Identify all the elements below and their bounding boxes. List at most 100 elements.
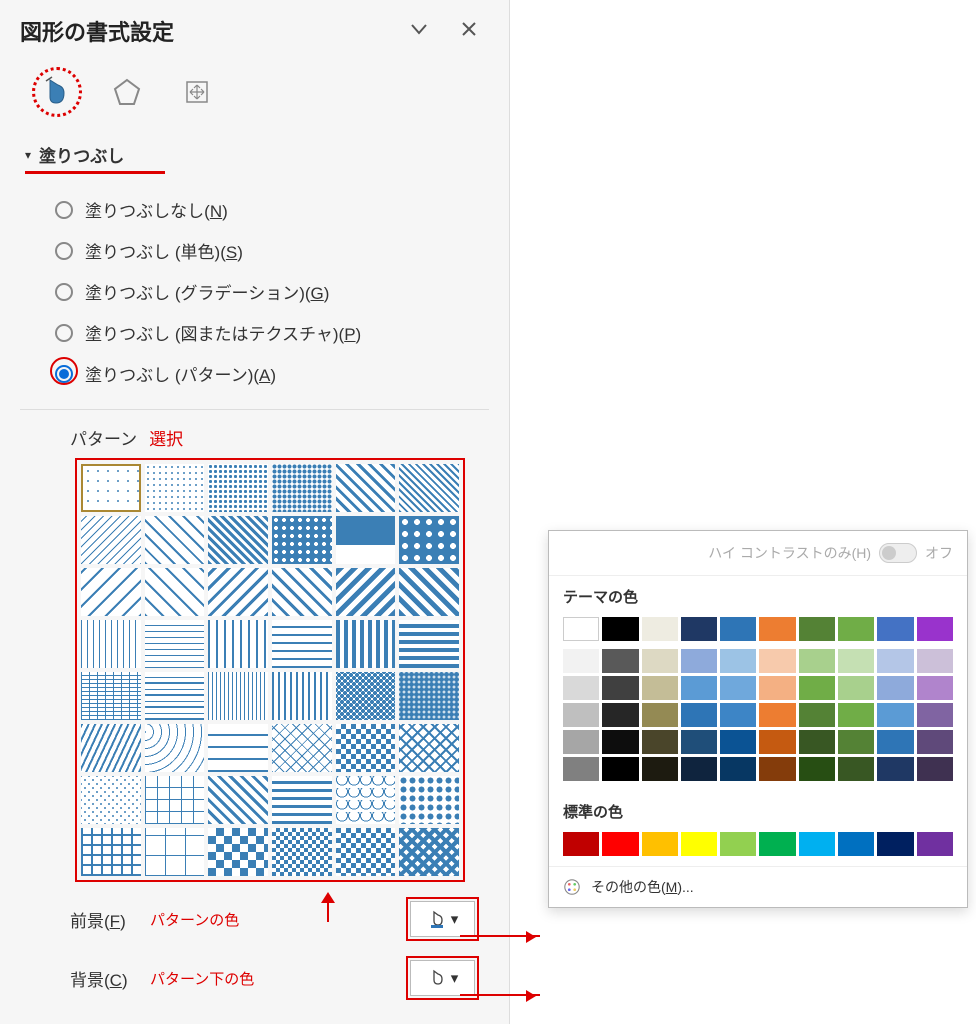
- pattern-swatch[interactable]: [336, 672, 396, 720]
- theme-shade-swatch[interactable]: [799, 676, 835, 700]
- theme-color-swatch[interactable]: [799, 617, 835, 641]
- pattern-swatch[interactable]: [208, 568, 268, 616]
- pattern-swatch[interactable]: [272, 464, 332, 512]
- standard-color-swatch[interactable]: [642, 832, 678, 856]
- theme-shade-swatch[interactable]: [720, 757, 756, 781]
- theme-shade-swatch[interactable]: [799, 730, 835, 754]
- pattern-swatch[interactable]: [81, 828, 141, 876]
- theme-color-swatch[interactable]: [563, 617, 599, 641]
- theme-color-swatch[interactable]: [877, 617, 913, 641]
- pattern-swatch[interactable]: [145, 516, 205, 564]
- pattern-swatch[interactable]: [272, 620, 332, 668]
- theme-shade-swatch[interactable]: [877, 730, 913, 754]
- pattern-swatch[interactable]: [145, 464, 205, 512]
- pattern-swatch[interactable]: [81, 620, 141, 668]
- theme-shade-swatch[interactable]: [681, 676, 717, 700]
- pattern-swatch[interactable]: [399, 672, 459, 720]
- theme-shade-swatch[interactable]: [838, 730, 874, 754]
- collapse-icon[interactable]: [409, 19, 429, 43]
- theme-shade-swatch[interactable]: [838, 649, 874, 673]
- pattern-swatch[interactable]: [145, 672, 205, 720]
- pattern-swatch[interactable]: [208, 620, 268, 668]
- radio-gradient-fill[interactable]: 塗りつぶし (グラデーション)(G): [55, 271, 489, 312]
- pattern-swatch[interactable]: [208, 672, 268, 720]
- pattern-swatch[interactable]: [81, 724, 141, 772]
- theme-shade-swatch[interactable]: [917, 676, 953, 700]
- pattern-swatch[interactable]: [208, 464, 268, 512]
- standard-color-swatch[interactable]: [759, 832, 795, 856]
- theme-shade-swatch[interactable]: [759, 676, 795, 700]
- theme-shade-swatch[interactable]: [642, 703, 678, 727]
- theme-shade-swatch[interactable]: [877, 649, 913, 673]
- high-contrast-toggle[interactable]: [879, 543, 917, 563]
- theme-shade-swatch[interactable]: [681, 730, 717, 754]
- pattern-swatch[interactable]: [145, 776, 205, 824]
- pattern-swatch[interactable]: [399, 776, 459, 824]
- pattern-swatch[interactable]: [81, 568, 141, 616]
- theme-shade-swatch[interactable]: [799, 649, 835, 673]
- theme-color-swatch[interactable]: [720, 617, 756, 641]
- pattern-swatch[interactable]: [272, 776, 332, 824]
- theme-shade-swatch[interactable]: [563, 730, 599, 754]
- theme-shade-swatch[interactable]: [917, 703, 953, 727]
- standard-color-swatch[interactable]: [563, 832, 599, 856]
- theme-shade-swatch[interactable]: [563, 703, 599, 727]
- pattern-swatch[interactable]: [399, 516, 459, 564]
- theme-shade-swatch[interactable]: [602, 649, 638, 673]
- standard-color-swatch[interactable]: [917, 832, 953, 856]
- standard-color-swatch[interactable]: [681, 832, 717, 856]
- standard-color-swatch[interactable]: [799, 832, 835, 856]
- theme-shade-swatch[interactable]: [799, 703, 835, 727]
- pattern-swatch[interactable]: [336, 516, 396, 564]
- pattern-swatch[interactable]: [336, 620, 396, 668]
- pattern-swatch[interactable]: [399, 724, 459, 772]
- theme-color-swatch[interactable]: [642, 617, 678, 641]
- background-color-button[interactable]: ▾: [410, 960, 475, 996]
- pattern-swatch[interactable]: [336, 724, 396, 772]
- radio-pattern-fill[interactable]: 塗りつぶし (パターン)(A): [55, 353, 489, 394]
- theme-shade-swatch[interactable]: [838, 757, 874, 781]
- tab-fill-line[interactable]: [32, 67, 82, 117]
- radio-solid-fill[interactable]: 塗りつぶし (単色)(S): [55, 230, 489, 271]
- pattern-swatch[interactable]: [336, 776, 396, 824]
- theme-shade-swatch[interactable]: [877, 757, 913, 781]
- pattern-swatch[interactable]: [208, 516, 268, 564]
- theme-shade-swatch[interactable]: [720, 730, 756, 754]
- pattern-swatch[interactable]: [145, 828, 205, 876]
- pattern-swatch[interactable]: [272, 724, 332, 772]
- theme-shade-swatch[interactable]: [759, 730, 795, 754]
- pattern-swatch[interactable]: [81, 672, 141, 720]
- theme-shade-swatch[interactable]: [602, 676, 638, 700]
- pattern-swatch[interactable]: [336, 828, 396, 876]
- theme-shade-swatch[interactable]: [642, 649, 678, 673]
- theme-shade-swatch[interactable]: [759, 757, 795, 781]
- pattern-swatch[interactable]: [145, 568, 205, 616]
- section-fill-header[interactable]: ▾ 塗りつぶし: [25, 142, 489, 167]
- theme-shade-swatch[interactable]: [917, 649, 953, 673]
- radio-no-fill[interactable]: 塗りつぶしなし(N): [55, 189, 489, 230]
- tab-effects[interactable]: [102, 67, 152, 117]
- theme-shade-swatch[interactable]: [877, 703, 913, 727]
- pattern-swatch[interactable]: [399, 568, 459, 616]
- pattern-swatch[interactable]: [399, 464, 459, 512]
- pattern-swatch[interactable]: [272, 568, 332, 616]
- pattern-swatch[interactable]: [336, 568, 396, 616]
- theme-shade-swatch[interactable]: [917, 730, 953, 754]
- theme-shade-swatch[interactable]: [642, 757, 678, 781]
- theme-shade-swatch[interactable]: [681, 703, 717, 727]
- theme-shade-swatch[interactable]: [681, 649, 717, 673]
- theme-color-swatch[interactable]: [838, 617, 874, 641]
- pattern-swatch[interactable]: [81, 516, 141, 564]
- theme-shade-swatch[interactable]: [799, 757, 835, 781]
- theme-shade-swatch[interactable]: [759, 649, 795, 673]
- theme-shade-swatch[interactable]: [720, 649, 756, 673]
- theme-shade-swatch[interactable]: [917, 757, 953, 781]
- theme-shade-swatch[interactable]: [563, 757, 599, 781]
- theme-shade-swatch[interactable]: [759, 703, 795, 727]
- pattern-swatch[interactable]: [272, 672, 332, 720]
- pattern-swatch[interactable]: [208, 724, 268, 772]
- pattern-swatch[interactable]: [81, 776, 141, 824]
- standard-color-swatch[interactable]: [602, 832, 638, 856]
- theme-shade-swatch[interactable]: [602, 757, 638, 781]
- pattern-swatch[interactable]: [81, 464, 141, 512]
